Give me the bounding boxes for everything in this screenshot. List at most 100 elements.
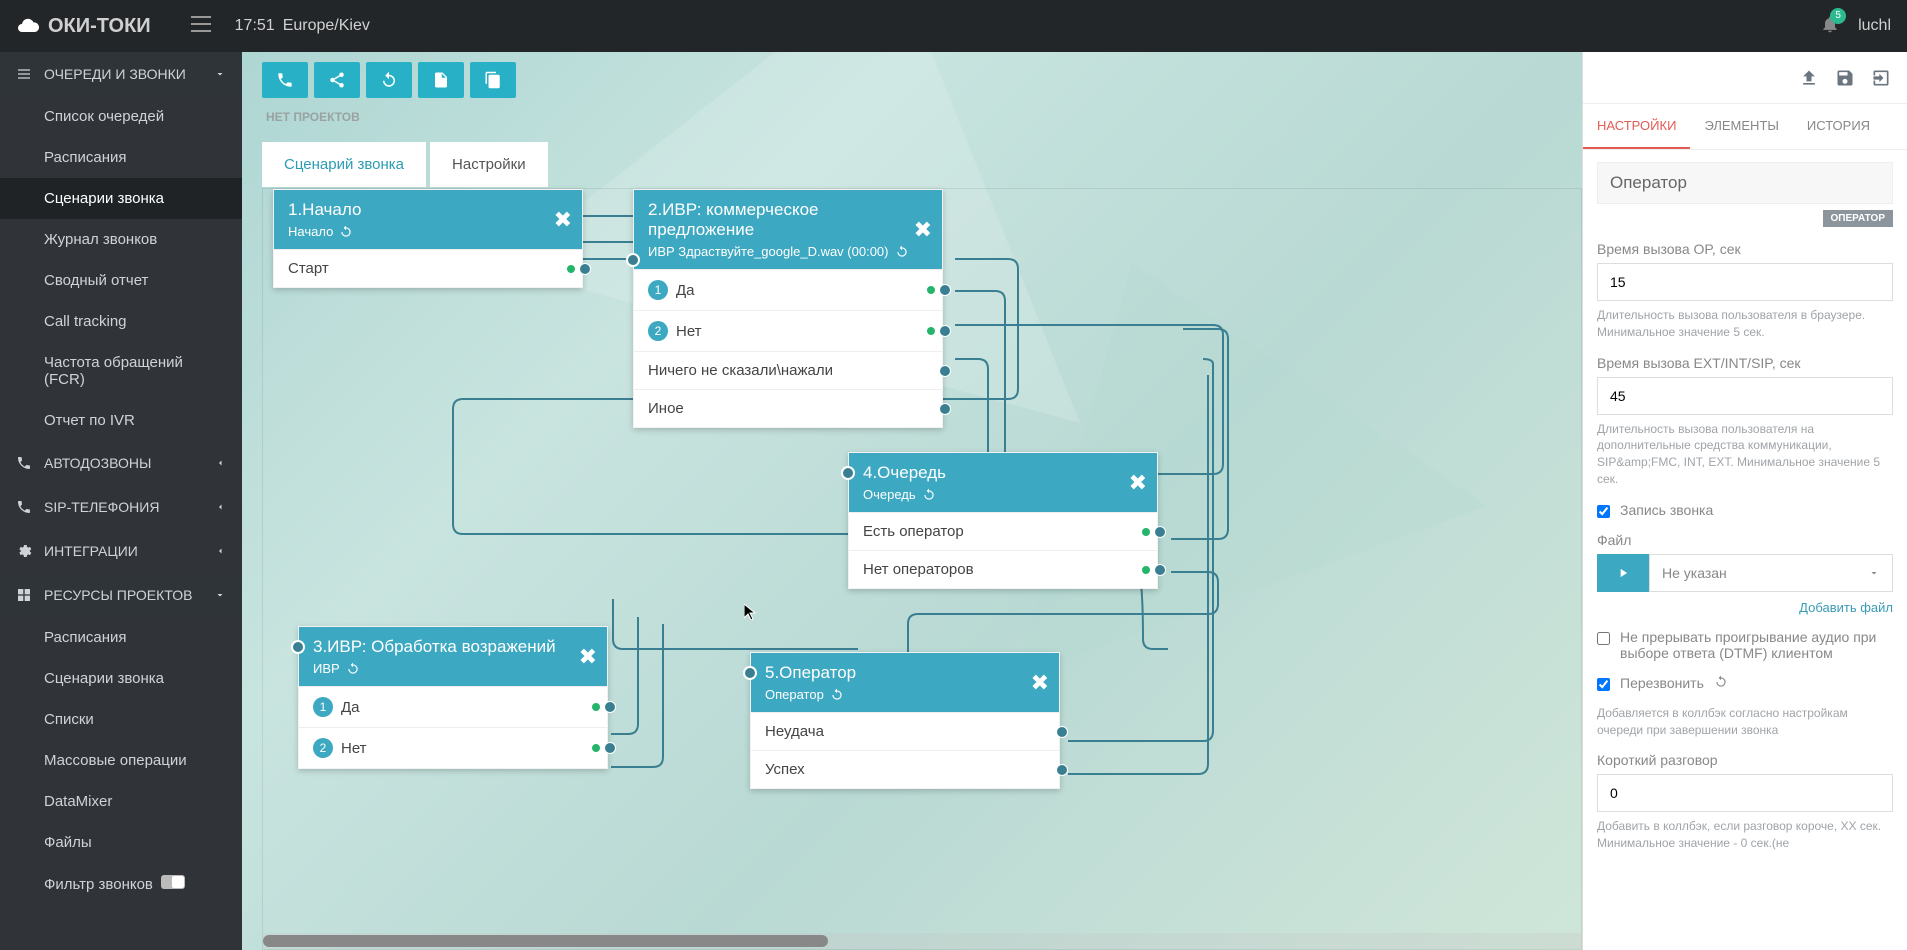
nav-item-res-filter[interactable]: Фильтр звонков xyxy=(0,863,242,905)
horizontal-scrollbar[interactable] xyxy=(263,933,1581,949)
user-name[interactable]: luchl xyxy=(1858,17,1891,35)
nav-section-queues[interactable]: ОЧЕРЕДИ И ЗВОНКИ xyxy=(0,52,242,96)
nav-section-label: РЕСУРСЫ ПРОЕКТОВ xyxy=(44,587,192,603)
tool-undo[interactable] xyxy=(366,62,412,98)
op-timeout-input[interactable] xyxy=(1597,263,1893,301)
node-row[interactable]: 1Да xyxy=(634,269,942,310)
tool-call[interactable] xyxy=(262,62,308,98)
node-row[interactable]: Иное xyxy=(634,389,942,427)
nav-section-resources[interactable]: РЕСУРСЫ ПРОЕКТОВ xyxy=(0,573,242,617)
record-checkbox-row[interactable]: Запись звонка xyxy=(1597,502,1893,518)
panel-tab-elements[interactable]: ЭЛЕМЕНТЫ xyxy=(1690,104,1792,149)
notifications-button[interactable]: 5 xyxy=(1820,14,1840,39)
tool-share[interactable] xyxy=(314,62,360,98)
brand-logo[interactable]: ОКИ-ТОКИ xyxy=(16,14,151,38)
node-subtitle: Оператор xyxy=(765,687,824,702)
gear-icon xyxy=(16,543,32,559)
field-help: Длительность вызова пользователя на допо… xyxy=(1597,421,1893,488)
nav-item-schedules[interactable]: Расписания xyxy=(0,137,242,178)
scrollbar-thumb[interactable] xyxy=(263,935,828,947)
tab-settings[interactable]: Настройки xyxy=(430,142,548,187)
node-row[interactable]: Успех xyxy=(751,750,1059,788)
chevron-down-icon xyxy=(214,589,226,601)
nav-item-ivr-report[interactable]: Отчет по IVR xyxy=(0,400,242,441)
nav-item-res-datamixer[interactable]: DataMixer xyxy=(0,781,242,822)
nav-section-label: АВТОДОЗВОНЫ xyxy=(44,455,151,471)
nav-item-queue-list[interactable]: Список очередей xyxy=(0,96,242,137)
close-icon[interactable]: ✖ xyxy=(554,207,572,233)
node-row[interactable]: 1Да xyxy=(299,686,607,727)
callback-checkbox-row[interactable]: Перезвонить xyxy=(1597,675,1893,691)
menu-toggle[interactable] xyxy=(191,16,211,37)
nav-item-call-scenarios[interactable]: Сценарии звонка xyxy=(0,178,242,219)
dtmf-checkbox[interactable] xyxy=(1597,632,1610,645)
nav-section-label: ИНТЕГРАЦИИ xyxy=(44,543,138,559)
node-row[interactable]: Есть оператор xyxy=(849,512,1157,550)
refresh-icon xyxy=(346,662,360,676)
select-value: Не указан xyxy=(1662,565,1727,581)
nav-item-res-massops[interactable]: Массовые операции xyxy=(0,740,242,781)
nav-item-fcr[interactable]: Частота обращений (FCR) xyxy=(0,342,242,400)
row-label: Есть оператор xyxy=(863,523,964,540)
nav-item-call-tracking[interactable]: Call tracking xyxy=(0,301,242,342)
add-file-link[interactable]: Добавить файл xyxy=(1597,600,1893,615)
node-row[interactable]: Неудача xyxy=(751,712,1059,750)
node-row[interactable]: 2Нет xyxy=(634,310,942,351)
node-operator[interactable]: 5.ОператорОператор✖ Неудача Успех xyxy=(750,652,1060,789)
canvas-toolbar xyxy=(262,62,516,98)
panel-tab-settings[interactable]: НАСТРОЙКИ xyxy=(1583,104,1690,149)
nav-item-res-lists[interactable]: Списки xyxy=(0,699,242,740)
nav-item-res-schedules[interactable]: Расписания xyxy=(0,617,242,658)
short-talk-input[interactable] xyxy=(1597,774,1893,812)
nav-item-summary-report[interactable]: Сводный отчет xyxy=(0,260,242,301)
upload-icon[interactable] xyxy=(1799,68,1819,88)
close-icon[interactable]: ✖ xyxy=(579,644,597,670)
close-icon[interactable]: ✖ xyxy=(1031,670,1049,696)
node-start[interactable]: 1.НачалоНачало✖ Старт xyxy=(273,189,583,288)
refresh-icon[interactable] xyxy=(1714,675,1728,689)
node-row[interactable]: 2Нет xyxy=(299,727,607,768)
canvas-area[interactable]: НЕТ ПРОЕКТОВ Сценарий звонка Настройки xyxy=(242,52,1582,950)
file-select[interactable]: Не указан xyxy=(1649,554,1893,592)
properties-panel: НАСТРОЙКИ ЭЛЕМЕНТЫ ИСТОРИЯ Оператор ОПЕР… xyxy=(1582,52,1907,950)
node-ivr-objections[interactable]: 3.ИВР: Обработка возраженийИВР✖ 1Да 2Нет xyxy=(298,626,608,769)
filter-toggle[interactable] xyxy=(161,875,185,889)
ext-timeout-input[interactable] xyxy=(1597,377,1893,415)
nav-section-integrations[interactable]: ИНТЕГРАЦИИ xyxy=(0,529,242,573)
tab-scenario[interactable]: Сценарий звонка xyxy=(262,142,426,187)
node-title: 3.ИВР: Обработка возражений xyxy=(313,637,593,657)
row-label: Успех xyxy=(765,761,805,778)
node-row[interactable]: Ничего не сказали\нажали xyxy=(634,351,942,389)
nav-item-res-scenarios[interactable]: Сценарии звонка xyxy=(0,658,242,699)
panel-tab-history[interactable]: ИСТОРИЯ xyxy=(1793,104,1884,149)
node-row[interactable]: Нет операторов xyxy=(849,550,1157,588)
hamburger-icon xyxy=(191,16,211,32)
exit-icon[interactable] xyxy=(1871,68,1891,88)
grid-icon xyxy=(16,587,32,603)
nav-section-autodial[interactable]: АВТОДОЗВОНЫ xyxy=(0,441,242,485)
close-icon[interactable]: ✖ xyxy=(1129,470,1147,496)
node-subtitle: ИВР Здраствуйте_google_D.wav (00:00) xyxy=(648,244,889,259)
play-button[interactable] xyxy=(1597,554,1649,592)
node-ivr-offer[interactable]: 2.ИВР: коммерческое предложениеИВР Здрас… xyxy=(633,189,943,428)
tool-file[interactable] xyxy=(418,62,464,98)
row-label: Ничего не сказали\нажали xyxy=(648,362,833,379)
refresh-icon xyxy=(922,488,936,502)
node-row[interactable]: Старт xyxy=(274,249,582,287)
tool-copy[interactable] xyxy=(470,62,516,98)
dtmf-checkbox-row[interactable]: Не прерывать проигрывание аудио при выбо… xyxy=(1597,629,1893,661)
callback-checkbox[interactable] xyxy=(1597,678,1610,691)
close-icon[interactable]: ✖ xyxy=(914,217,932,243)
nav-section-sip[interactable]: SIP-ТЕЛЕФОНИЯ xyxy=(0,485,242,529)
nav-item-label: Фильтр звонков xyxy=(44,876,153,893)
node-queue[interactable]: 4.ОчередьОчередь✖ Есть оператор Нет опер… xyxy=(848,452,1158,589)
nav-item-res-files[interactable]: Файлы xyxy=(0,822,242,863)
nav-item-call-log[interactable]: Журнал звонков xyxy=(0,219,242,260)
refresh-icon xyxy=(895,245,909,259)
chevron-down-icon xyxy=(214,68,226,80)
top-bar: ОКИ-ТОКИ 17:51 Europe/Kiev 5 luchl xyxy=(0,0,1907,52)
flow-canvas[interactable]: 1.НачалоНачало✖ Старт 2.ИВР: коммерческо… xyxy=(262,188,1582,950)
record-checkbox[interactable] xyxy=(1597,505,1610,518)
save-icon[interactable] xyxy=(1835,68,1855,88)
field-help: Добавить в коллбэк, если разговор короче… xyxy=(1597,818,1893,852)
